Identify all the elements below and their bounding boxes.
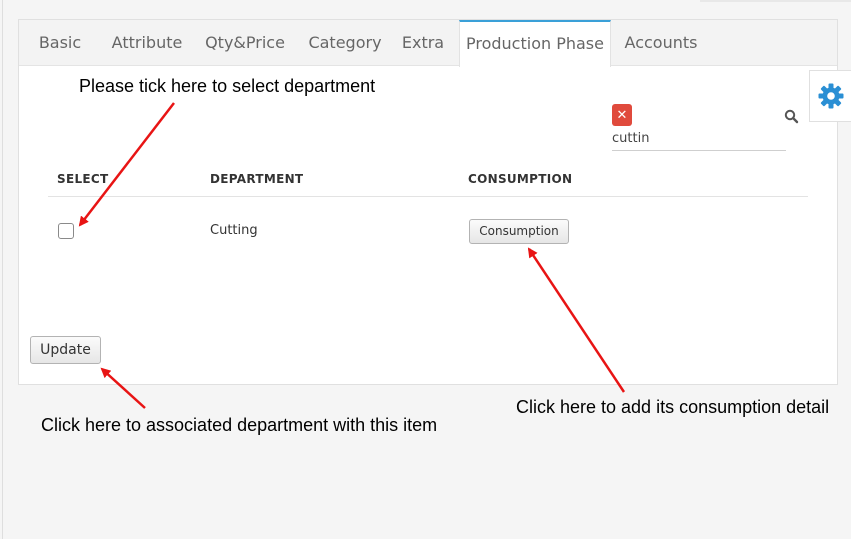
arrow-to-checkbox: [78, 102, 175, 227]
annotation-arrows: [78, 102, 626, 409]
arrow-to-update: [100, 367, 146, 409]
arrow-to-consumption: [527, 247, 626, 393]
